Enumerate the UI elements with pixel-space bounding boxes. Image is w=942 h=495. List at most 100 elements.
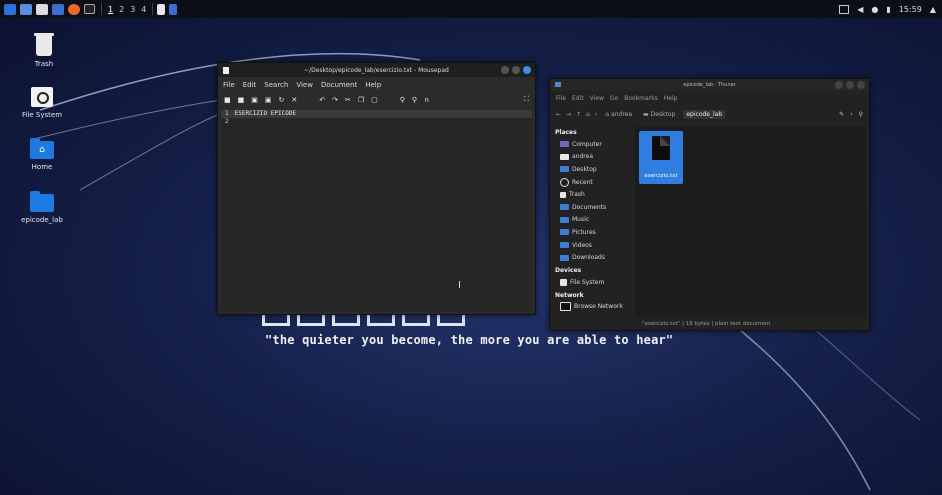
terminal-icon[interactable] (84, 4, 95, 14)
file-item-esercizio[interactable]: esercizio.txt (639, 131, 683, 184)
paste-icon[interactable]: ▢ (371, 96, 378, 104)
notification-icon[interactable]: ● (871, 5, 878, 14)
desktop-icon-epicode-lab[interactable]: epicode_lab (12, 191, 72, 224)
edit-location-icon[interactable]: ✎ (839, 111, 844, 118)
sidebar-item-browse-network[interactable]: Browse Network (553, 301, 631, 314)
terminal-launcher-icon[interactable] (36, 3, 48, 15)
sidebar-item-andrea[interactable]: andrea (553, 151, 631, 164)
thunar-file-view[interactable]: esercizio.txt (635, 126, 866, 316)
mousepad-titlebar[interactable]: ~/Desktop/epicode_lab/esercizio.txt - Mo… (218, 63, 535, 77)
menu-view[interactable]: View (296, 81, 313, 89)
up-icon[interactable]: ↑ (576, 111, 581, 118)
workspace-2[interactable]: 2 (119, 5, 124, 14)
close-button[interactable] (857, 81, 865, 89)
new-document-icon[interactable]: ■ (224, 96, 231, 104)
breadcrumb-desktop[interactable]: ▬ Desktop (640, 110, 678, 119)
kali-logo-fragment (262, 314, 465, 326)
thunar-task-icon[interactable] (169, 3, 178, 15)
minimize-button[interactable] (835, 81, 843, 89)
sidebar-item-computer[interactable]: Computer (553, 138, 631, 151)
maximize-button[interactable] (512, 66, 520, 74)
thunar-pathbar: ← → ↑ ⌂ ‹ ⌂ andrea ▬ Desktop epicode_lab… (550, 106, 869, 122)
text-editor-area[interactable]: 1 ESERCIZIO EPICODE 2 (221, 110, 532, 311)
thunar-statusbar: "esercizio.txt" | 18 bytes | plain text … (550, 318, 869, 330)
close-button[interactable] (523, 66, 531, 74)
menu-document[interactable]: Document (321, 81, 357, 89)
search-icon[interactable]: ⚲ (859, 111, 863, 118)
battery-icon[interactable]: ▮ (886, 5, 890, 14)
reload-icon[interactable]: ↻ (279, 96, 285, 104)
sidebar-item-pictures[interactable]: Pictures (553, 226, 631, 239)
menu-edit[interactable]: Edit (243, 81, 257, 89)
sidebar-item-music[interactable]: Music (553, 214, 631, 227)
drive-icon (560, 278, 567, 286)
thunar-titlebar[interactable]: epicode_lab - Thunar (550, 79, 869, 91)
menu-file[interactable]: File (223, 81, 235, 89)
forward-icon[interactable]: → (566, 111, 571, 118)
workspace-4[interactable]: 4 (141, 5, 146, 14)
sidebar-item-recent[interactable]: Recent (553, 176, 631, 189)
mousepad-task-icon[interactable] (157, 3, 166, 15)
workspace-3[interactable]: 3 (130, 5, 135, 14)
editor-line: 2 (221, 118, 532, 126)
save-icon[interactable]: ▣ (265, 96, 272, 104)
lock-icon[interactable]: ▲ (930, 5, 936, 14)
find-replace-icon[interactable]: ⚲ (412, 96, 417, 104)
redo-icon[interactable]: ↷ (332, 96, 338, 104)
firefox-launcher-icon[interactable] (68, 3, 80, 15)
thunar-sidebar: Places Computer andrea Desktop Recent Tr… (553, 126, 631, 316)
show-desktop-icon[interactable] (20, 3, 32, 15)
documents-folder-icon (560, 204, 569, 211)
sidebar-item-videos[interactable]: Videos (553, 239, 631, 252)
path-left-icon[interactable]: ‹ (595, 111, 597, 118)
breadcrumb-label: andrea (611, 110, 633, 118)
network-icon (560, 302, 571, 312)
minimize-button[interactable] (501, 66, 509, 74)
maximize-button[interactable] (846, 81, 854, 89)
menu-edit[interactable]: Edit (572, 95, 584, 102)
goto-icon[interactable]: ∩ (424, 96, 429, 104)
sidebar-item-label: Videos (572, 241, 592, 249)
sidebar-item-documents[interactable]: Documents (553, 201, 631, 214)
kali-menu-icon[interactable] (4, 3, 16, 15)
breadcrumb-andrea[interactable]: ⌂ andrea (602, 110, 635, 119)
volume-icon[interactable]: ◀ (857, 5, 863, 14)
menu-view[interactable]: View (590, 95, 604, 102)
places-header: Places (555, 129, 577, 136)
menu-file[interactable]: File (556, 95, 566, 102)
path-right-icon[interactable]: › (850, 111, 852, 118)
sidebar-item-trash[interactable]: Trash (553, 188, 631, 201)
cut-icon[interactable]: ✂ (345, 96, 351, 104)
workspace-1[interactable]: 1 (108, 5, 113, 14)
new-window-icon[interactable]: ■ (238, 96, 245, 104)
sidebar-item-label: Pictures (572, 228, 596, 236)
menu-help[interactable]: Help (664, 95, 678, 102)
menu-go[interactable]: Go (610, 95, 618, 102)
close-tab-icon[interactable]: ✕ (291, 96, 297, 104)
desktop-icon-home[interactable]: ⌂ Home (12, 138, 72, 171)
fullscreen-icon[interactable]: ⛶ (524, 95, 529, 104)
sidebar-item-downloads[interactable]: Downloads (553, 251, 631, 264)
files-launcher-icon[interactable] (52, 3, 64, 15)
open-file-icon[interactable]: ▣ (251, 96, 258, 104)
clock[interactable]: 15:59 (899, 5, 922, 14)
back-icon[interactable]: ← (556, 111, 561, 118)
undo-icon[interactable]: ↶ (319, 96, 325, 104)
sidebar-item-label: Music (572, 216, 590, 224)
copy-icon[interactable]: ❐ (358, 96, 364, 104)
menu-search[interactable]: Search (264, 81, 288, 89)
home-folder-icon: ⌂ (30, 138, 54, 159)
trash-icon (560, 191, 566, 198)
music-folder-icon (560, 216, 569, 223)
desktop-icon-file-system[interactable]: File System (12, 87, 72, 119)
menu-bookmarks[interactable]: Bookmarks (624, 95, 658, 102)
breadcrumb-epicode-lab[interactable]: epicode_lab (683, 109, 726, 119)
screen-icon[interactable] (839, 4, 850, 14)
sidebar-item-desktop[interactable]: Desktop (553, 163, 631, 176)
home-icon[interactable]: ⌂ (586, 111, 590, 118)
find-icon[interactable]: ⚲ (400, 96, 405, 104)
sidebar-item-file-system[interactable]: File System (553, 276, 631, 289)
desktop-icon-trash[interactable]: Trash (14, 33, 74, 68)
mousepad-window: ~/Desktop/epicode_lab/esercizio.txt - Mo… (217, 62, 536, 315)
menu-help[interactable]: Help (365, 81, 381, 89)
